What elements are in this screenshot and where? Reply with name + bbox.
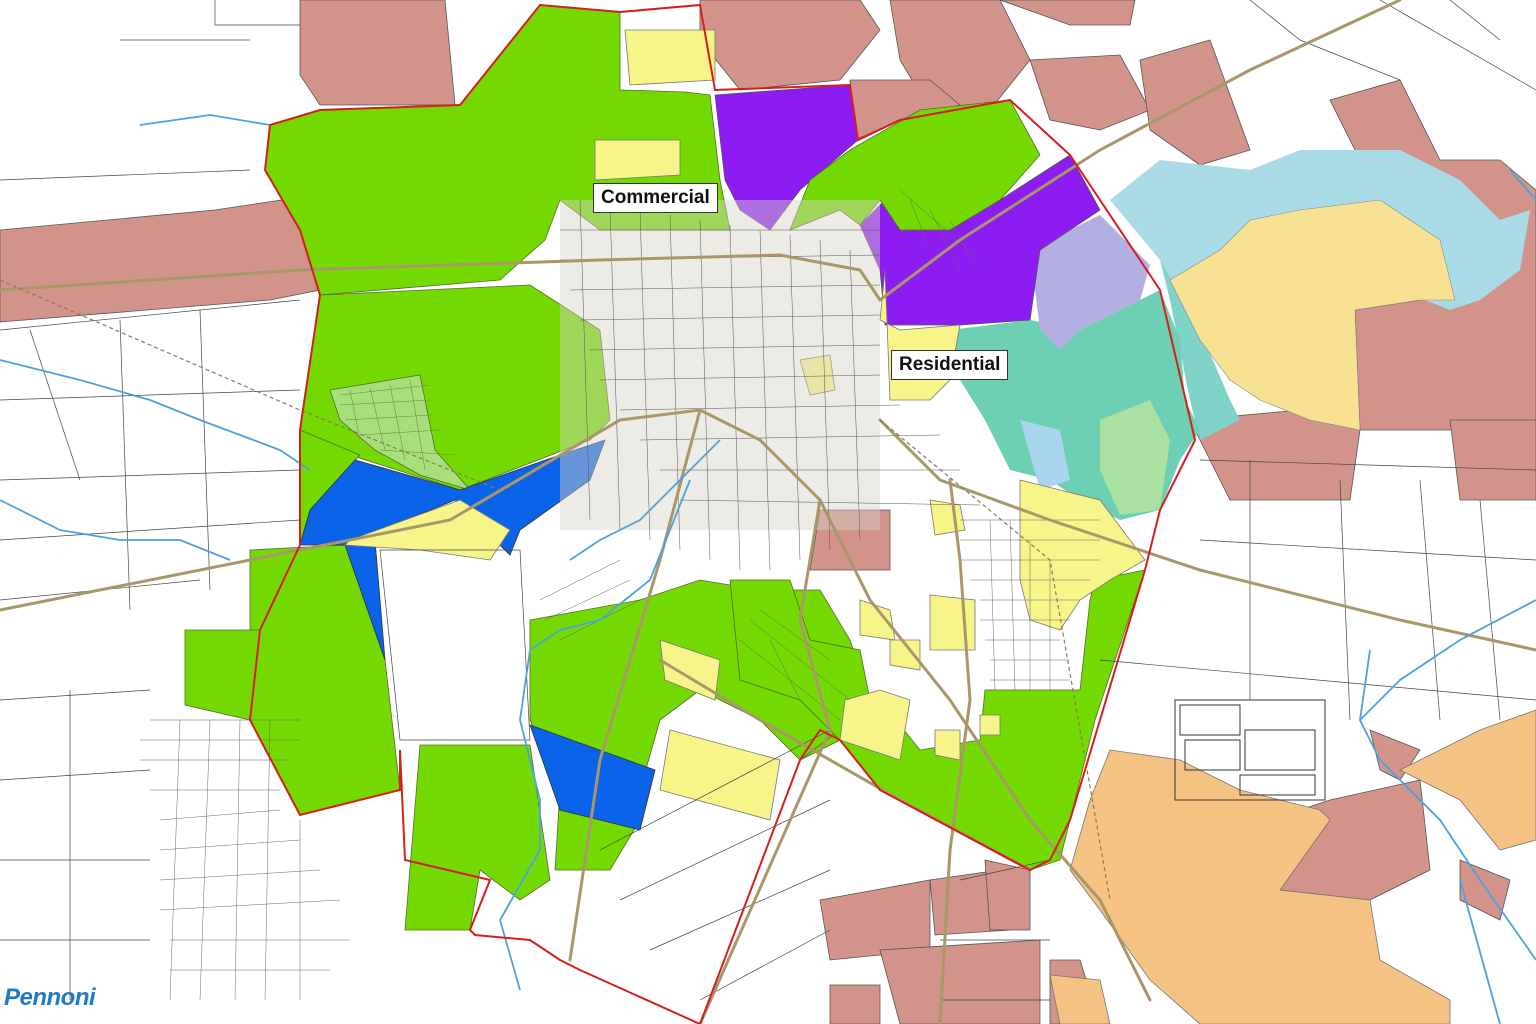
residential-label: Residential: [891, 350, 1009, 380]
pennoni-logo: Pennoni: [4, 984, 96, 1011]
commercial-label: Commercial: [593, 183, 718, 213]
zoning-map[interactable]: [0, 0, 1536, 1024]
